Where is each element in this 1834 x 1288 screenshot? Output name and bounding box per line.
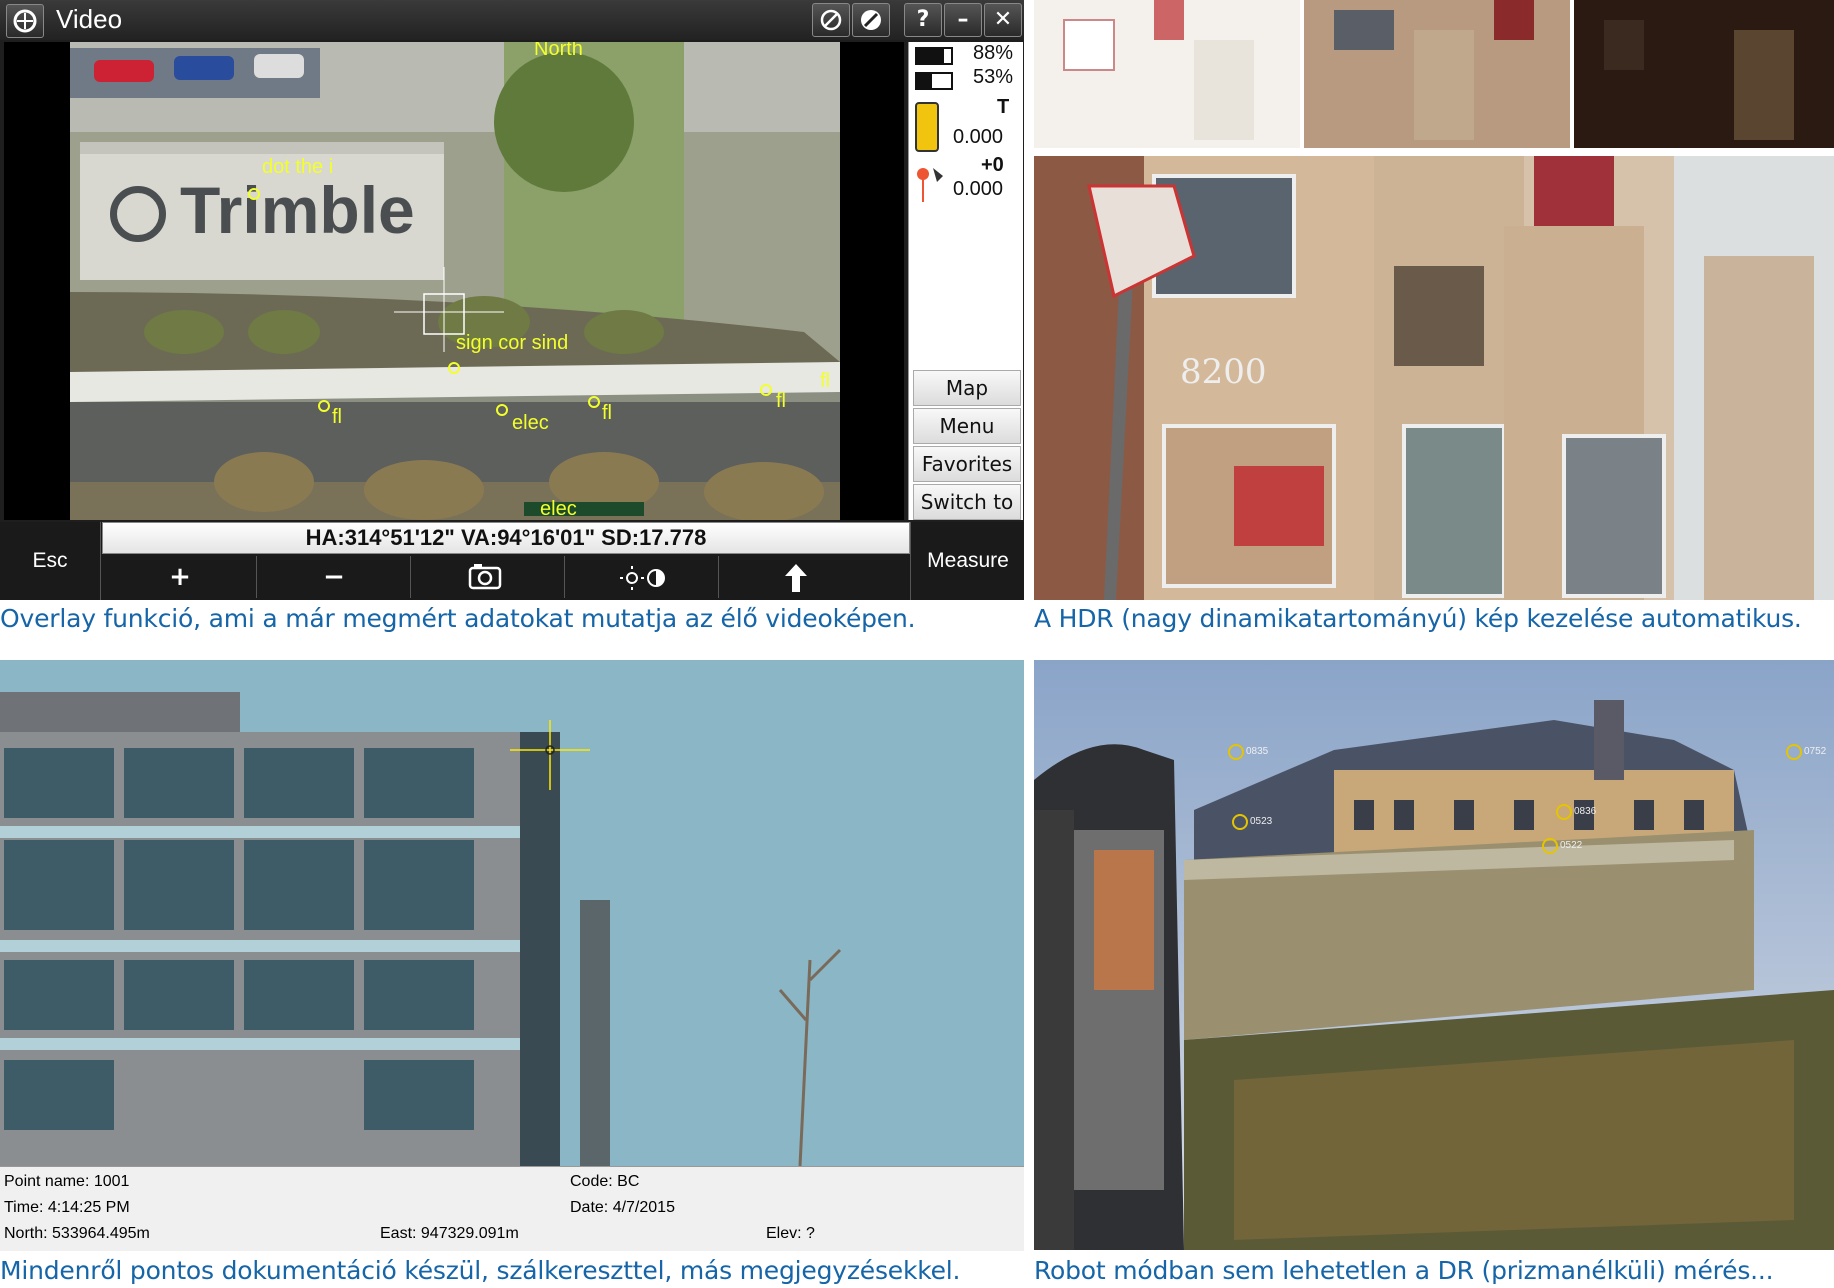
overlay-label-sign: sign cor sind xyxy=(456,332,569,354)
measure-button[interactable]: Measure xyxy=(910,522,1025,600)
title-bar: Video ? – ✕ xyxy=(0,0,1024,40)
measured-point-tag xyxy=(1542,838,1558,854)
arrow-up-icon[interactable] xyxy=(720,556,872,598)
point-time: Time: 4:14:25 PM xyxy=(4,1199,130,1216)
measured-point-tag xyxy=(1786,744,1802,760)
close-icon[interactable]: ✕ xyxy=(984,3,1022,37)
hdr-exposure-photos xyxy=(1034,0,1834,150)
overlay-label-fl: fl xyxy=(776,390,786,412)
status-side-panel: 88% 53% T 0.000 +0 0.000 Map Menu Favori… xyxy=(908,42,1023,520)
menu-button[interactable]: Menu xyxy=(913,408,1021,444)
point-name: Point name: 1001 xyxy=(4,1173,130,1190)
point-tag-label: 0836 xyxy=(1574,806,1597,817)
battery-icon xyxy=(915,72,953,90)
battery-level-1: 88% xyxy=(973,42,1014,64)
measured-point-tag xyxy=(1556,804,1572,820)
documentation-photo xyxy=(0,660,1024,1166)
caption-hdr: A HDR (nagy dinamikatartományú) kép keze… xyxy=(1034,604,1802,633)
sign-text: Trimble xyxy=(180,173,415,247)
window-title: Video xyxy=(56,4,123,34)
angle-readout: HA:314°51'12" VA:94°16'01" SD:17.778 xyxy=(102,522,910,554)
battery-icon xyxy=(915,47,953,65)
laser-pointer-icon[interactable] xyxy=(915,164,945,204)
point-tag-label: 0523 xyxy=(1250,816,1273,827)
mode-indicator: T xyxy=(997,96,1010,118)
target-value: 0.000 xyxy=(953,178,1004,200)
caption-robot: Robot módban sem lehetetlen a DR (prizma… xyxy=(1034,1256,1774,1285)
overlay-label-elec: elec xyxy=(512,412,549,434)
point-tag-label: 0835 xyxy=(1246,746,1269,757)
overlay-label-fl: fl xyxy=(602,402,612,424)
zoom-in-button[interactable]: + xyxy=(104,556,257,598)
target-offset: +0 xyxy=(981,154,1004,176)
favorites-button[interactable]: Favorites xyxy=(913,446,1021,482)
switch-to-button[interactable]: Switch to xyxy=(913,484,1021,520)
video-settings-icon[interactable] xyxy=(812,3,850,37)
trimble-sign-logo-icon xyxy=(110,186,166,242)
point-code: Code: BC xyxy=(570,1173,640,1190)
instrument-icon[interactable] xyxy=(915,102,939,152)
overlay-label-north: North xyxy=(534,42,583,60)
help-icon[interactable]: ? xyxy=(904,3,942,37)
point-north: North: 533964.495m xyxy=(4,1225,150,1242)
overlay-point-marker xyxy=(248,188,260,200)
point-date: Date: 4/7/2015 xyxy=(570,1199,675,1216)
camera-xl-icon[interactable] xyxy=(412,556,565,598)
brightness-contrast-icon[interactable] xyxy=(566,556,719,598)
video-scene xyxy=(70,42,840,520)
measured-point-tag xyxy=(1232,814,1248,830)
instrument-value: 0.000 xyxy=(953,126,1004,148)
overlay-label-fl: fl xyxy=(332,406,342,428)
compass-icon[interactable] xyxy=(852,3,890,37)
overlay-point-marker xyxy=(588,396,600,408)
overlay-point-marker xyxy=(448,362,460,374)
battery-level-2: 53% xyxy=(973,66,1014,88)
caption-doc: Mindenről pontos dokumentáció készül, sz… xyxy=(0,1256,961,1285)
point-elev: Elev: ? xyxy=(766,1225,815,1242)
point-tag-label: 0522 xyxy=(1560,840,1583,851)
map-button[interactable]: Map xyxy=(913,370,1021,406)
minimize-icon[interactable]: – xyxy=(944,3,982,37)
overlay-point-marker xyxy=(496,404,508,416)
point-tag-label: 0752 xyxy=(1804,746,1827,757)
overlay-label-fl: fl xyxy=(820,370,830,392)
hdr-result-photo: 8200 xyxy=(1034,156,1834,600)
live-video-feed[interactable]: Trimble North dot the i sign cor sind fl… xyxy=(4,42,904,520)
trimble-logo-icon[interactable] xyxy=(6,4,44,38)
point-east: East: 947329.091m xyxy=(380,1225,519,1242)
video-window: Video ? – ✕ Trimble North dot the i sign… xyxy=(0,0,1024,600)
robot-mode-photo: 0835 0836 0523 0522 0752 xyxy=(1034,660,1834,1250)
building-number: 8200 xyxy=(1180,352,1267,392)
overlay-label-dot: dot the i xyxy=(262,156,334,178)
zoom-out-button[interactable]: − xyxy=(258,556,411,598)
overlay-point-marker xyxy=(760,384,772,396)
point-info-bar: Point name: 1001 Time: 4:14:25 PM North:… xyxy=(0,1166,1024,1251)
overlay-point-marker xyxy=(318,400,330,412)
measured-point-tag xyxy=(1228,744,1244,760)
overlay-label-elec: elec xyxy=(540,498,577,520)
caption-overlay: Overlay funkció, ami a már megmért adato… xyxy=(0,604,916,633)
esc-button[interactable]: Esc xyxy=(0,522,101,600)
